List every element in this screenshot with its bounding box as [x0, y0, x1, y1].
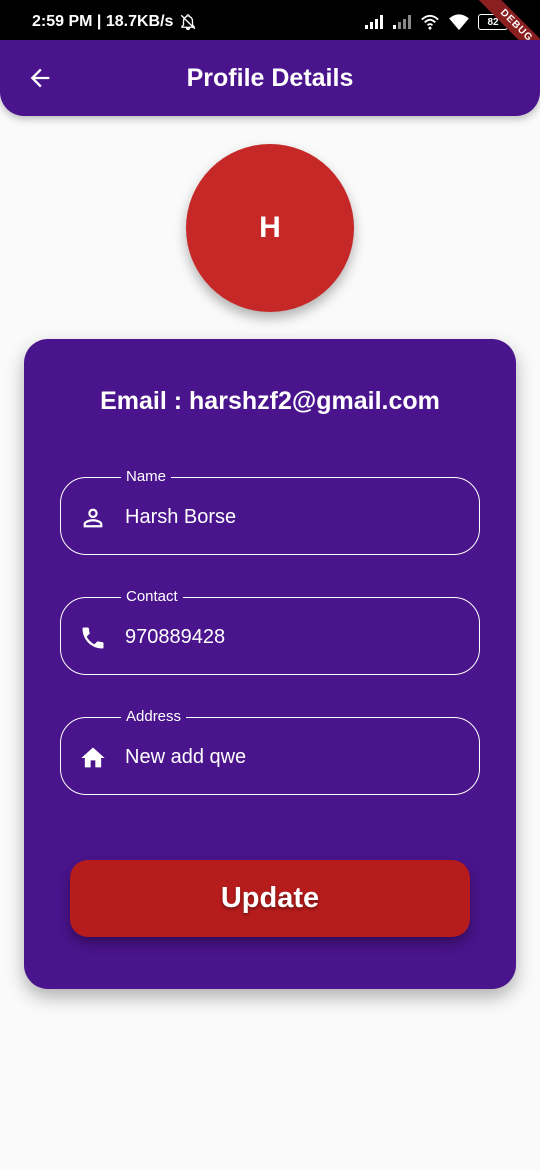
wifi-icon	[448, 13, 470, 31]
address-input[interactable]	[125, 718, 465, 796]
home-icon	[79, 744, 107, 772]
hotspot-icon	[420, 13, 440, 31]
avatar: H	[186, 144, 354, 312]
phone-icon	[79, 624, 107, 652]
status-time: 2:59 PM | 18.7KB/s	[32, 13, 174, 30]
contact-input[interactable]	[125, 598, 465, 676]
name-input[interactable]	[125, 478, 465, 556]
update-button-label: Update	[220, 882, 320, 914]
address-field[interactable]: Address	[60, 707, 480, 796]
update-button[interactable]: Update	[70, 860, 470, 937]
person-outline-icon	[79, 504, 107, 532]
status-bar: 2:59 PM | 18.7KB/s 82	[0, 0, 540, 44]
profile-card: Email : harshzf2@gmail.com Name Contact …	[24, 339, 516, 989]
name-field[interactable]: Name	[60, 467, 480, 556]
status-right: 82	[364, 13, 508, 31]
signal-weak-icon	[392, 14, 412, 30]
signal-icon	[364, 14, 384, 30]
avatar-initial: H	[259, 211, 281, 244]
email-text: Email : harshzf2@gmail.com	[100, 387, 440, 415]
status-left: 2:59 PM | 18.7KB/s	[32, 13, 197, 31]
notifications-off-icon	[179, 13, 197, 31]
contact-field[interactable]: Contact	[60, 587, 480, 676]
page-title: Profile Details	[186, 64, 354, 92]
app-bar: Profile Details	[0, 40, 540, 116]
